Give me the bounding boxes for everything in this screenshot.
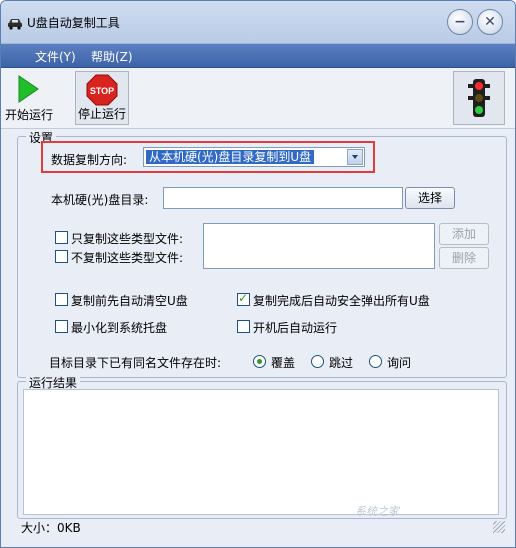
eject-checkbox[interactable] bbox=[237, 291, 250, 306]
start-label: 开始运行 bbox=[4, 108, 53, 122]
minimize-tray-label: 最小化到系统托盘 bbox=[71, 321, 168, 335]
resize-grip-icon[interactable] bbox=[493, 521, 505, 533]
watermark: 系统之家 bbox=[355, 505, 399, 518]
autostart-checkbox[interactable] bbox=[237, 320, 250, 333]
app-car-icon bbox=[8, 19, 22, 30]
settings-legend: 设置 bbox=[26, 129, 57, 146]
toolbar: 开始运行 STOP 停止运行 bbox=[1, 68, 515, 129]
size-status: 大小：0KB bbox=[21, 521, 81, 535]
no-copy-label: 不复制这些类型文件: bbox=[71, 251, 184, 265]
menu-file[interactable]: 文件(Y) bbox=[35, 48, 76, 65]
radio-skip-label: 跳过 bbox=[329, 356, 354, 370]
results-log[interactable] bbox=[23, 389, 499, 515]
stop-label: 停止运行 bbox=[77, 107, 126, 121]
only-copy-checkbox[interactable] bbox=[55, 231, 68, 244]
close-button[interactable]: ✕ bbox=[477, 9, 503, 35]
no-copy-checkbox[interactable] bbox=[55, 250, 68, 263]
direction-select-value: 从本机硬(光)盘目录复制到U盘 bbox=[146, 150, 315, 164]
clear-usb-label: 复制前先自动清空U盘 bbox=[71, 294, 188, 308]
menu-bar: 文件(Y) 帮助(Z) bbox=[1, 44, 515, 68]
clear-usb-checkbox[interactable] bbox=[55, 293, 68, 306]
choose-button[interactable]: 选择 bbox=[405, 187, 455, 209]
close-icon: ✕ bbox=[484, 14, 496, 30]
delete-button[interactable]: 删除 bbox=[439, 247, 489, 269]
traffic-light-icon bbox=[468, 79, 490, 117]
start-button[interactable]: 开始运行 bbox=[3, 71, 55, 125]
radio-skip[interactable] bbox=[311, 355, 324, 368]
status-bar: 大小：0KB bbox=[17, 517, 507, 535]
add-button[interactable]: 添加 bbox=[439, 223, 489, 245]
radio-ask-label: 询问 bbox=[387, 356, 412, 370]
minimize-button[interactable]: − bbox=[447, 9, 473, 35]
minimize-icon: − bbox=[454, 14, 466, 30]
stop-sign-icon: STOP bbox=[86, 74, 118, 106]
direction-label: 数据复制方向: bbox=[51, 153, 128, 167]
conflict-label: 目标目录下已有同名文件存在时: bbox=[49, 356, 222, 370]
autostart-label: 开机后自动运行 bbox=[253, 321, 338, 335]
local-dir-label: 本机硬(光)盘目录: bbox=[51, 193, 149, 207]
radio-ask[interactable] bbox=[369, 355, 382, 368]
direction-select[interactable]: 从本机硬(光)盘目录复制到U盘 bbox=[143, 147, 365, 167]
play-icon bbox=[18, 75, 39, 103]
radio-overwrite[interactable] bbox=[253, 355, 266, 368]
only-copy-label: 只复制这些类型文件: bbox=[71, 232, 184, 246]
title-bar[interactable]: U盘自动复制工具 − ✕ bbox=[1, 1, 515, 44]
app-window: U盘自动复制工具 − ✕ 文件(Y) 帮助(Z) 开始运行 STOP 停止运行 bbox=[0, 0, 516, 548]
radio-overwrite-label: 覆盖 bbox=[271, 356, 296, 370]
file-types-list[interactable] bbox=[203, 223, 435, 269]
eject-label: 复制完成后自动安全弹出所有U盘 bbox=[253, 294, 430, 308]
stop-button[interactable]: STOP 停止运行 bbox=[75, 71, 129, 125]
window-title: U盘自动复制工具 bbox=[27, 16, 120, 30]
local-dir-input[interactable] bbox=[163, 187, 403, 209]
menu-help[interactable]: 帮助(Z) bbox=[91, 48, 133, 65]
minimize-tray-checkbox[interactable] bbox=[55, 320, 68, 333]
traffic-light-button[interactable] bbox=[453, 71, 505, 125]
stop-sign-text: STOP bbox=[90, 86, 114, 96]
chevron-down-icon[interactable] bbox=[347, 149, 363, 165]
